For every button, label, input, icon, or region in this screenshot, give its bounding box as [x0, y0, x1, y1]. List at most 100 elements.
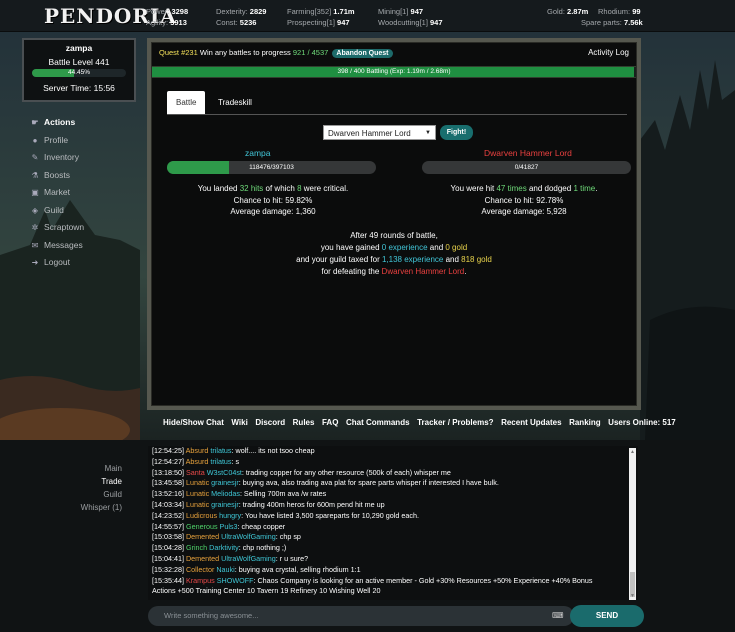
chat-username[interactable]: Meliodas [209, 489, 240, 498]
battling-progress-bar: 398 / 400 Battling (Exp: 1.19m / 2.68m) [152, 66, 636, 78]
link-faq[interactable]: FAQ [322, 418, 338, 427]
player-battle-stats: You landed 32 hits of which 8 were criti… [197, 184, 349, 216]
player-hp-bar: 118476/397103 [167, 161, 376, 174]
chat-text: : trading copper for any other resource … [241, 467, 451, 477]
battle-panel: Quest #231 Win any battles to progress 9… [147, 38, 641, 410]
chat-message: [14:23:52] Ludicrous hungry: You have li… [148, 511, 638, 522]
chat-tab-guild[interactable]: Guild [70, 488, 122, 501]
chat-message: [15:04:28] Grinch Darktivity: chp nothin… [148, 543, 638, 554]
flask-icon: ⚗ [31, 170, 39, 180]
chat-username[interactable]: trilatus [208, 457, 231, 466]
link-rules[interactable]: Rules [293, 418, 315, 427]
send-button[interactable]: SEND [570, 605, 644, 627]
tab-tradeskill[interactable]: Tradeskill [209, 91, 261, 114]
sidebar-item-logout[interactable]: ➜ Logout [30, 254, 84, 272]
enemy-select[interactable]: Dwarven Hammer Lord ▼ [323, 125, 436, 140]
chat-username[interactable]: Nauki [214, 565, 234, 574]
chat-scrollbar[interactable]: ▲ ▼ [629, 448, 636, 600]
chat-tab-trade[interactable]: Trade [70, 475, 122, 488]
chat-title: Santa [183, 467, 205, 477]
abandon-quest-button[interactable]: Abandon Quest [332, 49, 393, 58]
chat-log: [12:54:25] Absurd trilatus: wolf.... its… [148, 446, 638, 600]
chat-username[interactable]: trilatus [208, 446, 231, 455]
stat-prospecting: Prospecting[1] 947 [287, 18, 350, 27]
chat-username[interactable]: W3stC04st [205, 468, 242, 477]
users-online: Users Online: 517 [608, 418, 676, 427]
stat-const: Const: 5236 [216, 18, 257, 27]
chat-time: [15:35:44] [152, 575, 184, 585]
chat-username[interactable]: hungry [217, 511, 241, 520]
player-hp-text: 118476/397103 [249, 164, 294, 171]
cart-icon: ▣ [31, 188, 39, 197]
tab-battle[interactable]: Battle [167, 91, 206, 114]
chat-tab-whisper[interactable]: Whisper (1) [70, 501, 122, 514]
chevron-down-icon: ▼ [425, 130, 431, 136]
sidebar-item-actions[interactable]: ☛ Actions [30, 114, 84, 132]
chat-username[interactable]: UltraWolfGaming [219, 554, 276, 563]
quest-description: Win any battles to progress [199, 48, 291, 57]
sidebar-item-messages[interactable]: ✉ Messages [30, 237, 84, 255]
user-icon: ● [32, 135, 38, 145]
activity-log-link[interactable]: Activity Log [588, 48, 629, 57]
shield-icon: ◈ [31, 205, 39, 215]
chat-text: : trading 400m heros for 600m pend hit m… [238, 499, 385, 509]
chat-time: [15:32:28] [152, 564, 184, 574]
stat-mining: Mining[1] 947 [378, 7, 424, 16]
link-recent-updates[interactable]: Recent Updates [501, 418, 561, 427]
chat-time: [12:54:25] [152, 446, 184, 455]
enemy-hp-text: 0/41827 [514, 164, 539, 171]
chat-message: [13:18:50] Santa W3stC04st: trading copp… [148, 468, 638, 479]
chat-title: Krampus [183, 575, 215, 585]
chat-title: Demented [183, 532, 220, 542]
fight-button[interactable]: Fight! [440, 125, 473, 140]
chat-text: : buying ava crystal, selling rhodium 1:… [234, 564, 361, 574]
chat-username[interactable]: grainesjr [209, 478, 239, 487]
sidebar-item-market[interactable]: ▣ Market [30, 184, 84, 202]
stat-dexterity: Dexterity: 2829 [216, 7, 267, 16]
chat-input[interactable]: Write something awesome... [148, 606, 574, 626]
chat-tab-main[interactable]: Main [70, 462, 122, 475]
sidebar-item-inventory[interactable]: ✎ Inventory [30, 149, 84, 167]
chat-message: [13:45:58] Lunatic grainesjr: buying ava… [148, 478, 638, 489]
chat-username[interactable]: Puls3 [218, 522, 238, 531]
sidebar-item-guild[interactable]: ◈ Guild [30, 202, 84, 220]
link-chat-commands[interactable]: Chat Commands [346, 418, 410, 427]
sidebar-item-boosts[interactable]: ⚗ Boosts [30, 167, 84, 185]
player-name[interactable]: zampa [24, 43, 134, 53]
chat-message: [15:03:58] Demented UltraWolfGaming: chp… [148, 532, 638, 543]
sidebar-item-scraptown[interactable]: ✲ Scraptown [30, 219, 85, 237]
chat-title: Ludicrous [183, 510, 218, 520]
chat-icon: ✉ [31, 240, 39, 250]
chat-message: [13:52:16] Lunatic Meliodas: Selling 700… [148, 489, 638, 500]
stat-woodcutting: Woodcutting[1] 947 [378, 18, 443, 27]
link-wiki[interactable]: Wiki [231, 418, 247, 427]
chat-time: [15:03:58] [152, 532, 184, 542]
sidebar-item-profile[interactable]: ● Profile [30, 132, 84, 150]
chat-username[interactable]: Darktivity [207, 543, 239, 552]
chat-title: Lunatic [183, 489, 210, 499]
chat-username[interactable]: grainesjr [209, 500, 239, 509]
chat-message: [12:54:25] Absurd trilatus: wolf.... its… [148, 446, 638, 457]
chat-text: : You have listed 3,500 spareparts for 1… [241, 510, 419, 520]
chat-text: : chp nothing ;) [238, 543, 287, 553]
player-panel: zampa Battle Level 441 44.45% Server Tim… [22, 38, 136, 102]
chat-message: [15:32:28] Collector Nauki: buying ava c… [148, 565, 638, 576]
link-discord[interactable]: Discord [255, 418, 285, 427]
link-hide-show-chat[interactable]: Hide/Show Chat [163, 418, 224, 427]
quest-line: Quest #231 Win any battles to progress 9… [159, 48, 393, 58]
chat-title: Absurd [183, 446, 209, 455]
keyboard-icon[interactable]: ⌨ [552, 611, 564, 620]
link-tracker-problems[interactable]: Tracker / Problems? [417, 418, 493, 427]
chat-time: [12:54:27] [152, 456, 184, 466]
sidebar-nav: ☛ Actions ● Profile ✎ Inventory ⚗ Boosts ▣ Ma… [30, 114, 84, 272]
battle-summary: After 49 rounds of battle, you have gain… [296, 231, 492, 276]
scroll-down-icon[interactable]: ▼ [630, 593, 635, 599]
chat-username[interactable]: UltraWolfGaming [219, 532, 276, 541]
hand-icon: ☛ [31, 118, 39, 127]
chat-username[interactable]: SHOWOFF [215, 576, 254, 585]
wrench-icon: ✎ [31, 153, 39, 162]
scroll-up-icon[interactable]: ▲ [630, 449, 635, 455]
enemy-battle-name: Dwarven Hammer Lord [484, 148, 572, 158]
link-ranking[interactable]: Ranking [569, 418, 601, 427]
stat-farming: Farming[352] 1.71m [287, 7, 355, 16]
